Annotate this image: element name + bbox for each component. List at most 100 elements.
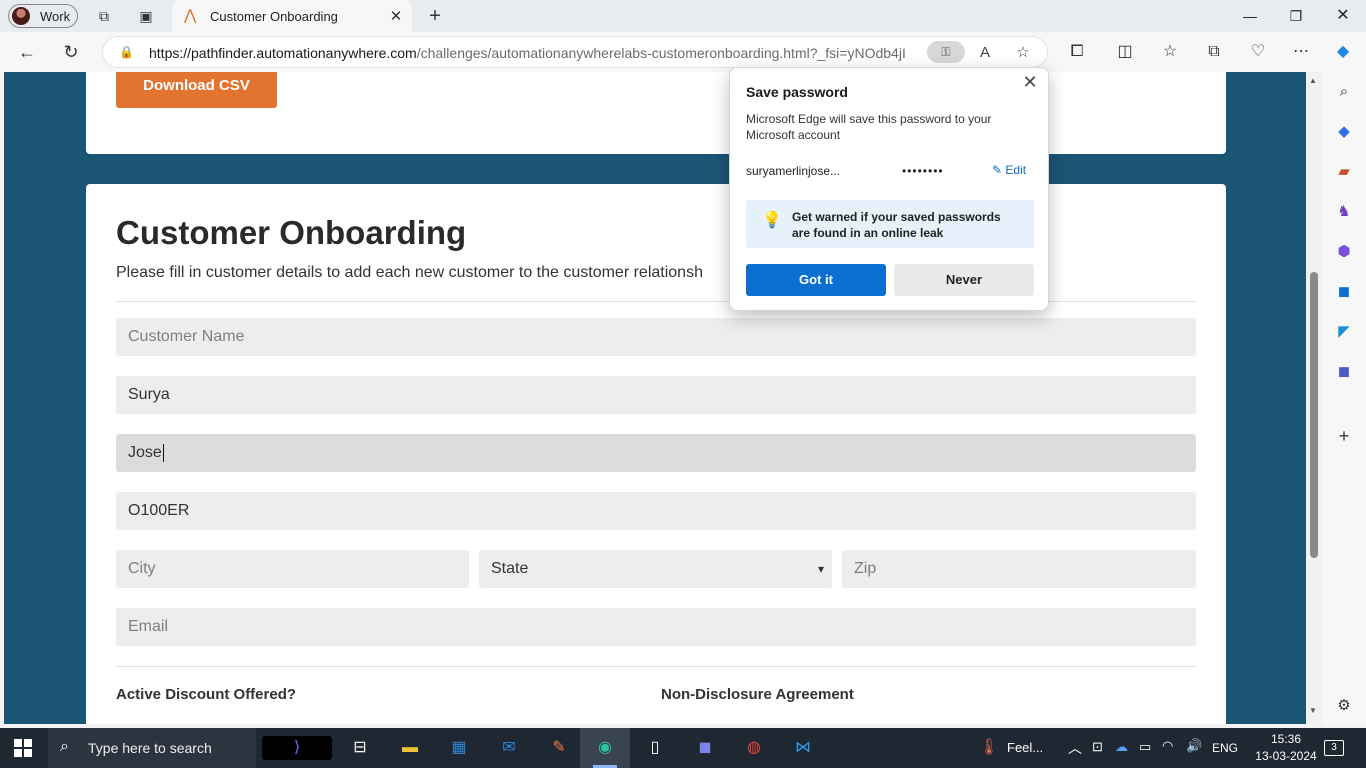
onboarding-form-card: Customer Onboarding Please fill in custo… xyxy=(86,184,1226,724)
popup-title: Save password xyxy=(746,84,848,100)
close-tab-icon[interactable]: ✕ xyxy=(388,7,404,25)
close-window-button[interactable]: ✕ xyxy=(1320,4,1366,28)
edge-sidebar: ⌕ ◆ ▰ ♞ ⬢ ◼ ◤ ◼ + ⚙ xyxy=(1322,72,1366,724)
saved-username: suryamerlinjose... xyxy=(746,164,841,178)
never-button[interactable]: Never xyxy=(894,264,1034,296)
shopping-tag-icon[interactable]: ◆ xyxy=(1334,122,1354,142)
paint-icon[interactable]: ✎ xyxy=(546,736,572,760)
device-icon[interactable]: ⊡ xyxy=(1092,739,1103,755)
taskbar-search-box[interactable]: ⌕ Type here to search xyxy=(48,728,256,768)
add-sidebar-icon[interactable]: + xyxy=(1334,426,1354,446)
edge-icon[interactable]: ◉ xyxy=(592,736,618,760)
tab-actions-icon[interactable]: ▣ xyxy=(137,7,155,25)
tools-briefcase-icon[interactable]: ▰ xyxy=(1334,162,1354,182)
chevron-up-icon[interactable]: ︿ xyxy=(1068,738,1082,758)
tab-customer-onboarding[interactable]: ⋀ Customer Onboarding ✕ xyxy=(172,0,412,32)
last-name-field[interactable]: Jose xyxy=(116,434,1196,472)
scrollbar-thumb[interactable] xyxy=(1310,272,1318,558)
city-field[interactable]: City xyxy=(116,550,469,588)
microsoft-store-icon[interactable]: ▦ xyxy=(446,736,472,760)
page-scrollbar[interactable]: ▲ ▼ xyxy=(1306,72,1322,724)
windows-start-icon[interactable] xyxy=(14,739,32,757)
settings-gear-icon[interactable]: ⚙ xyxy=(1334,696,1354,716)
clock-date[interactable]: 13-03-2024 xyxy=(1252,749,1320,763)
state-select[interactable]: State ▾ xyxy=(479,550,832,588)
microsoft-365-icon[interactable]: ⬢ xyxy=(1334,242,1354,262)
lightbulb-icon: 💡 xyxy=(762,212,782,229)
file-explorer-icon[interactable]: ▬ xyxy=(397,736,423,760)
browser-toolbar: ← ↻ 🔒 https://pathfinder.automationanywh… xyxy=(0,32,1366,72)
password-key-icon[interactable]: ⚿ xyxy=(927,41,965,63)
mail-icon[interactable]: ✉ xyxy=(496,736,522,760)
customer-id-field[interactable]: O100ER xyxy=(116,492,1196,530)
collections-icon[interactable]: ⧉ xyxy=(1203,41,1225,63)
edit-label: Edit xyxy=(1005,163,1027,177)
first-name-field[interactable]: Surya xyxy=(116,376,1196,414)
weather-text[interactable]: Feel... xyxy=(1007,740,1043,755)
language-indicator[interactable]: ENG xyxy=(1212,741,1238,755)
teams-taskbar-icon[interactable]: ◼ xyxy=(692,736,718,760)
back-icon[interactable]: ← xyxy=(16,41,38,63)
page-viewport: Download CSV Customer Onboarding Please … xyxy=(4,72,1306,724)
download-csv-button[interactable]: Download CSV xyxy=(116,72,277,108)
read-aloud-icon[interactable]: A xyxy=(975,43,995,63)
leak-warning-text: Get warned if your saved passwords are f… xyxy=(792,210,1001,240)
download-card: Download CSV xyxy=(86,72,1226,154)
new-tab-icon[interactable]: + xyxy=(424,5,446,28)
automation-anywhere-icon: ⋀ xyxy=(184,7,197,24)
favorites-icon[interactable]: ☆ xyxy=(1159,41,1181,63)
visual-studio-banner-icon[interactable]: ⟩ xyxy=(262,736,332,760)
browser-essentials-icon[interactable]: ♡ xyxy=(1247,41,1269,63)
address-bar[interactable]: 🔒 https://pathfinder.automationanywhere.… xyxy=(102,36,1048,68)
chevron-down-icon: ▾ xyxy=(817,562,824,576)
windows-taskbar: ⌕ Type here to search ⟩ ⊟ ▬ ▦ ✉ ✎ ◉ ▯ ◼ … xyxy=(0,728,1366,768)
got-it-button[interactable]: Got it xyxy=(746,264,886,296)
customer-name-field[interactable]: Customer Name xyxy=(116,318,1196,356)
close-icon[interactable]: ✕ xyxy=(1020,72,1040,93)
text-caret xyxy=(162,443,164,462)
favorite-star-icon[interactable]: ☆ xyxy=(1013,43,1033,63)
volume-icon[interactable]: 🔊 xyxy=(1186,738,1202,754)
drop-icon[interactable]: ◤ xyxy=(1334,322,1354,342)
refresh-icon[interactable]: ↻ xyxy=(60,41,82,63)
edit-button[interactable]: ✎ Edit xyxy=(992,163,1026,177)
wifi-icon[interactable]: ◠ xyxy=(1162,738,1173,754)
zip-field[interactable]: Zip xyxy=(842,550,1196,588)
scroll-up-icon[interactable]: ▲ xyxy=(1309,76,1317,85)
copilot-icon[interactable]: ◆ xyxy=(1332,41,1354,63)
clock-time[interactable]: 15:36 xyxy=(1262,732,1310,746)
last-name-value: Jose xyxy=(128,444,162,461)
pencil-icon: ✎ xyxy=(992,163,1003,177)
tab-title: Customer Onboarding xyxy=(210,8,338,24)
vscode-icon[interactable]: ⋈ xyxy=(790,736,816,760)
url-text[interactable]: https://pathfinder.automationanywhere.co… xyxy=(149,45,921,61)
workspaces-icon[interactable]: ⧉ xyxy=(95,7,113,25)
save-password-popup: ✕ Save password Microsoft Edge will save… xyxy=(729,67,1049,311)
title-bar: Work ⧉ ▣ ⋀ Customer Onboarding ✕ + — ❐ ✕ xyxy=(0,0,1366,32)
profile-button[interactable]: Work xyxy=(8,4,78,28)
restore-button[interactable]: ❐ xyxy=(1273,4,1319,28)
page-title: Customer Onboarding xyxy=(116,214,467,251)
games-icon[interactable]: ♞ xyxy=(1334,202,1354,222)
leak-warning-box: 💡 Get warned if your saved passwords are… xyxy=(746,200,1034,248)
task-view-icon[interactable]: ⊟ xyxy=(347,736,373,760)
email-field[interactable]: Email xyxy=(116,608,1196,646)
split-screen-icon[interactable]: ◫ xyxy=(1114,41,1136,63)
more-menu-icon[interactable]: ⋯ xyxy=(1290,41,1312,63)
extensions-icon[interactable]: ⧠ xyxy=(1066,41,1088,63)
discount-label: Active Discount Offered? xyxy=(116,686,297,703)
scroll-down-icon[interactable]: ▼ xyxy=(1309,706,1317,715)
chrome-icon[interactable]: ◍ xyxy=(741,736,767,760)
weather-icon[interactable]: 🌡 xyxy=(976,736,1002,760)
search-icon[interactable]: ⌕ xyxy=(1334,82,1354,102)
outlook-icon[interactable]: ◼ xyxy=(1334,282,1354,302)
saved-password-mask: •••••••• xyxy=(902,164,944,178)
teams-icon[interactable]: ◼ xyxy=(1334,362,1354,382)
notification-center-icon[interactable]: 3 xyxy=(1324,740,1344,756)
state-select-value: State xyxy=(491,560,529,577)
onedrive-icon[interactable]: ☁ xyxy=(1115,739,1128,755)
notepad-icon[interactable]: ▯ xyxy=(642,736,668,760)
minimize-button[interactable]: — xyxy=(1227,4,1273,28)
lock-icon[interactable]: 🔒 xyxy=(119,45,134,59)
battery-icon[interactable]: ▭ xyxy=(1139,739,1151,755)
